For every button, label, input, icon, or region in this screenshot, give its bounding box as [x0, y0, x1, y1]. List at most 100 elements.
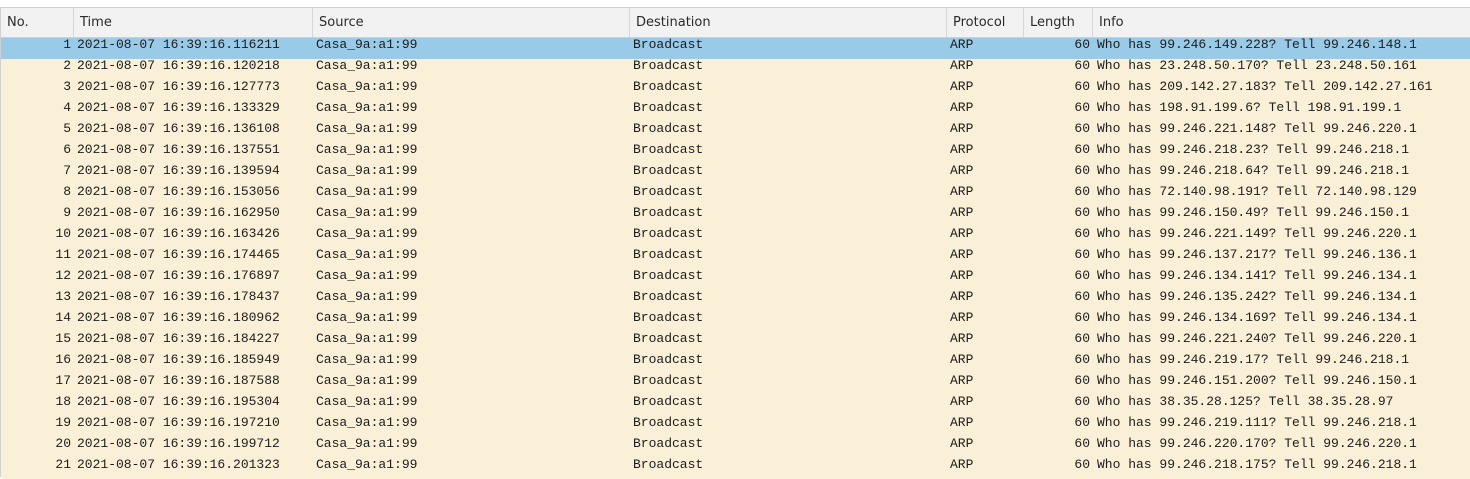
packet-row[interactable]: 9 2021-08-07 16:39:16.162950 Casa_9a:a1:99… [1, 206, 1470, 227]
packet-row[interactable]: 11 2021-08-07 16:39:16.174465 Casa_9a:a1:9… [1, 248, 1470, 269]
packet-info: Who has 99.246.134.169? Tell 99.246.134.… [1097, 311, 1417, 325]
packet-row[interactable]: 8 2021-08-07 16:39:16.153056 Casa_9a:a1:99… [1, 185, 1470, 206]
packet-destination: Broadcast [633, 164, 704, 178]
packet-time: 2021-08-07 16:39:16.199712 [77, 437, 280, 451]
packet-info: Who has 198.91.199.6? Tell 198.91.199.1 [1097, 101, 1402, 115]
packet-length: 60 [1074, 416, 1090, 430]
packet-number: 19 [55, 416, 71, 430]
packet-length: 60 [1074, 269, 1090, 283]
packet-row[interactable]: 5 2021-08-07 16:39:16.136108 Casa_9a:a1:99… [1, 122, 1470, 143]
packet-time: 2021-08-07 16:39:16.195304 [77, 395, 280, 409]
packet-protocol: ARP [950, 227, 974, 241]
packet-source: Casa_9a:a1:99 [316, 332, 418, 346]
column-header-length[interactable]: Length [1024, 8, 1093, 37]
packet-time: 2021-08-07 16:39:16.137551 [77, 143, 280, 157]
column-header-source[interactable]: Source [313, 8, 630, 37]
packet-destination: Broadcast [633, 290, 704, 304]
packet-source: Casa_9a:a1:99 [316, 269, 418, 283]
packet-length: 60 [1074, 290, 1090, 304]
packet-info: Who has 99.246.137.217? Tell 99.246.136.… [1097, 248, 1417, 262]
packet-source: Casa_9a:a1:99 [316, 248, 418, 262]
packet-row[interactable]: 17 2021-08-07 16:39:16.187588 Casa_9a:a1:9… [1, 374, 1470, 395]
packet-source: Casa_9a:a1:99 [316, 59, 418, 73]
packet-time: 2021-08-07 16:39:16.153056 [77, 185, 280, 199]
packet-destination: Broadcast [633, 227, 704, 241]
packet-row[interactable]: 2 2021-08-07 16:39:16.120218 Casa_9a:a1:99… [1, 59, 1470, 80]
column-header-time[interactable]: Time [74, 8, 313, 37]
column-header-destination[interactable]: Destination [630, 8, 947, 37]
packet-list-pane[interactable]: No. Time Source Destination Protocol Len… [0, 7, 1470, 479]
packet-row[interactable]: 18 2021-08-07 16:39:16.195304 Casa_9a:a1:9… [1, 395, 1470, 416]
packet-row[interactable]: 3 2021-08-07 16:39:16.127773 Casa_9a:a1:99… [1, 80, 1470, 101]
packet-length: 60 [1074, 206, 1090, 220]
packet-destination: Broadcast [633, 101, 704, 115]
packet-time: 2021-08-07 16:39:16.178437 [77, 290, 280, 304]
packet-destination: Broadcast [633, 59, 704, 73]
packet-row[interactable]: 16 2021-08-07 16:39:16.185949 Casa_9a:a1:9… [1, 353, 1470, 374]
packet-time: 2021-08-07 16:39:16.162950 [77, 206, 280, 220]
packet-time: 2021-08-07 16:39:16.133329 [77, 101, 280, 115]
packet-protocol: ARP [950, 311, 974, 325]
packet-destination: Broadcast [633, 143, 704, 157]
packet-number: 14 [55, 311, 71, 325]
packet-info: Who has 99.246.220.170? Tell 99.246.220.… [1097, 437, 1417, 451]
packet-row[interactable]: 21 2021-08-07 16:39:16.201323 Casa_9a:a1:9… [1, 458, 1470, 479]
packet-row[interactable]: 20 2021-08-07 16:39:16.199712 Casa_9a:a1:9… [1, 437, 1470, 458]
packet-time: 2021-08-07 16:39:16.136108 [77, 122, 280, 136]
packet-length: 60 [1074, 332, 1090, 346]
packet-source: Casa_9a:a1:99 [316, 374, 418, 388]
packet-protocol: ARP [950, 206, 974, 220]
packet-length: 60 [1074, 101, 1090, 115]
packet-time: 2021-08-07 16:39:16.139594 [77, 164, 280, 178]
packet-length: 60 [1074, 227, 1090, 241]
packet-info: Who has 99.246.218.175? Tell 99.246.218.… [1097, 458, 1417, 472]
packet-destination: Broadcast [633, 206, 704, 220]
packet-row[interactable]: 15 2021-08-07 16:39:16.184227 Casa_9a:a1:9… [1, 332, 1470, 353]
packet-row[interactable]: 7 2021-08-07 16:39:16.139594 Casa_9a:a1:99… [1, 164, 1470, 185]
packet-row[interactable]: 19 2021-08-07 16:39:16.197210 Casa_9a:a1:9… [1, 416, 1470, 437]
packet-destination: Broadcast [633, 185, 704, 199]
packet-protocol: ARP [950, 248, 974, 262]
packet-source: Casa_9a:a1:99 [316, 164, 418, 178]
packet-protocol: ARP [950, 332, 974, 346]
packet-source: Casa_9a:a1:99 [316, 101, 418, 115]
packet-source: Casa_9a:a1:99 [316, 395, 418, 409]
packet-row[interactable]: 10 2021-08-07 16:39:16.163426 Casa_9a:a1:9… [1, 227, 1470, 248]
packet-number: 1 [63, 38, 71, 52]
packet-row[interactable]: 4 2021-08-07 16:39:16.133329 Casa_9a:a1:99… [1, 101, 1470, 122]
packet-protocol: ARP [950, 122, 974, 136]
packet-length: 60 [1074, 248, 1090, 262]
packet-length: 60 [1074, 122, 1090, 136]
packet-info: Who has 72.140.98.191? Tell 72.140.98.12… [1097, 185, 1417, 199]
packet-number: 11 [55, 248, 71, 262]
packet-source: Casa_9a:a1:99 [316, 353, 418, 367]
packet-source: Casa_9a:a1:99 [316, 437, 418, 451]
packet-time: 2021-08-07 16:39:16.197210 [77, 416, 280, 430]
packet-row[interactable]: 14 2021-08-07 16:39:16.180962 Casa_9a:a1:9… [1, 311, 1470, 332]
packet-info: Who has 99.246.221.148? Tell 99.246.220.… [1097, 122, 1417, 136]
packet-length: 60 [1074, 38, 1090, 52]
packet-row[interactable]: 1 2021-08-07 16:39:16.116211 Casa_9a:a1:99… [1, 38, 1470, 59]
packet-row[interactable]: 6 2021-08-07 16:39:16.137551 Casa_9a:a1:99… [1, 143, 1470, 164]
packet-number: 13 [55, 290, 71, 304]
column-header-info[interactable]: Info [1093, 8, 1470, 37]
packet-time: 2021-08-07 16:39:16.184227 [77, 332, 280, 346]
packet-length: 60 [1074, 185, 1090, 199]
column-header-protocol[interactable]: Protocol [947, 8, 1024, 37]
packet-list-header: No. Time Source Destination Protocol Len… [1, 8, 1470, 38]
packet-info: Who has 23.248.50.170? Tell 23.248.50.16… [1097, 59, 1417, 73]
packet-info: Who has 99.246.221.240? Tell 99.246.220.… [1097, 332, 1417, 346]
packet-number: 2 [63, 59, 71, 73]
packet-info: Who has 99.246.219.17? Tell 99.246.218.1 [1097, 353, 1410, 367]
packet-row[interactable]: 12 2021-08-07 16:39:16.176897 Casa_9a:a1:9… [1, 269, 1470, 290]
packet-row[interactable]: 13 2021-08-07 16:39:16.178437 Casa_9a:a1:9… [1, 290, 1470, 311]
packet-destination: Broadcast [633, 374, 704, 388]
packet-time: 2021-08-07 16:39:16.185949 [77, 353, 280, 367]
packet-number: 17 [55, 374, 71, 388]
packet-info: Who has 99.246.218.64? Tell 99.246.218.1 [1097, 164, 1410, 178]
packet-number: 6 [63, 143, 71, 157]
packet-info: Who has 99.246.218.23? Tell 99.246.218.1 [1097, 143, 1410, 157]
column-header-no[interactable]: No. [1, 8, 74, 37]
packet-destination: Broadcast [633, 458, 704, 472]
packet-source: Casa_9a:a1:99 [316, 185, 418, 199]
